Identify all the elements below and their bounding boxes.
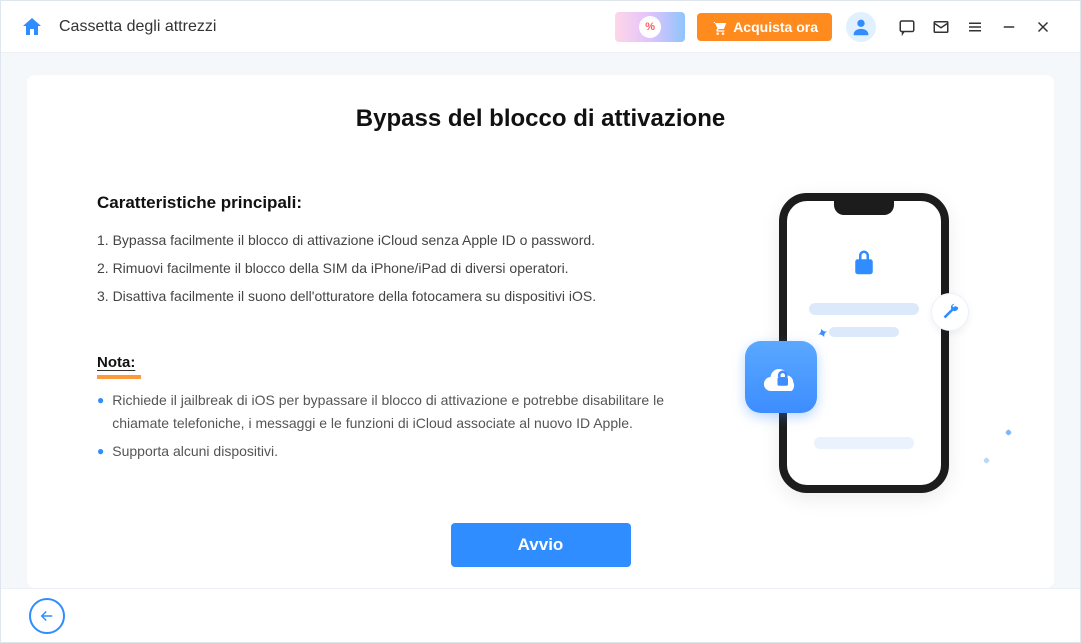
phone-bar [809,303,919,315]
note-heading: Nota: [97,354,684,371]
spark-icon: ✦ [814,324,831,344]
wrench-icon [931,293,969,331]
menu-icon[interactable] [960,12,990,42]
app-header: Cassetta degli attrezzi % Acquista ora [1,1,1080,53]
account-avatar[interactable] [846,12,876,42]
content-card: Bypass del blocco di attivazione Caratte… [27,75,1054,588]
feature-item: 3. Disattiva facilmente il suono dell'ot… [97,285,684,309]
close-icon[interactable] [1028,12,1058,42]
home-icon[interactable] [19,14,45,40]
feedback-icon[interactable] [892,12,922,42]
start-button[interactable]: Avvio [451,523,631,567]
page-title: Bypass del blocco di attivazione [97,105,984,133]
phone-notch [834,201,894,215]
arrow-left-icon [38,607,56,625]
note-item: ● Supporta alcuni dispositivi. [97,440,684,463]
bullet-icon: ● [97,440,104,463]
percent-icon: % [639,16,661,38]
header-title: Cassetta degli attrezzi [59,18,216,36]
buy-now-label: Acquista ora [733,19,818,35]
illustration: ✦ [744,193,984,493]
decorative-dot [983,457,990,464]
phone-bar [814,437,914,449]
lock-icon [846,245,882,281]
features-heading: Caratteristiche principali: [97,193,684,213]
user-icon [850,16,872,38]
start-button-wrap: Avvio [97,523,984,567]
content-row: Caratteristiche principali: 1. Bypassa f… [97,193,984,493]
bullet-icon: ● [97,389,104,434]
cloud-lock-badge [745,341,817,413]
note-text: Richiede il jailbreak di iOS per bypassa… [112,389,684,434]
note-item: ● Richiede il jailbreak di iOS per bypas… [97,389,684,434]
cart-icon [711,19,727,35]
note-text: Supporta alcuni dispositivi. [112,440,278,463]
decorative-dot [1005,429,1012,436]
minimize-icon[interactable] [994,12,1024,42]
footer-bar [1,588,1080,642]
phone-bar [829,327,899,337]
mail-icon[interactable] [926,12,956,42]
feature-item: 2. Rimuovi facilmente il blocco della SI… [97,257,684,281]
feature-item: 1. Bypassa facilmente il blocco di attiv… [97,229,684,253]
buy-now-button[interactable]: Acquista ora [697,13,832,41]
text-column: Caratteristiche principali: 1. Bypassa f… [97,193,684,493]
main-area: Bypass del blocco di attivazione Caratte… [1,53,1080,588]
back-button[interactable] [29,598,65,634]
promo-badge[interactable]: % [615,12,685,42]
note-accent-bar [97,375,141,379]
phone-illustration: ✦ [779,193,949,493]
